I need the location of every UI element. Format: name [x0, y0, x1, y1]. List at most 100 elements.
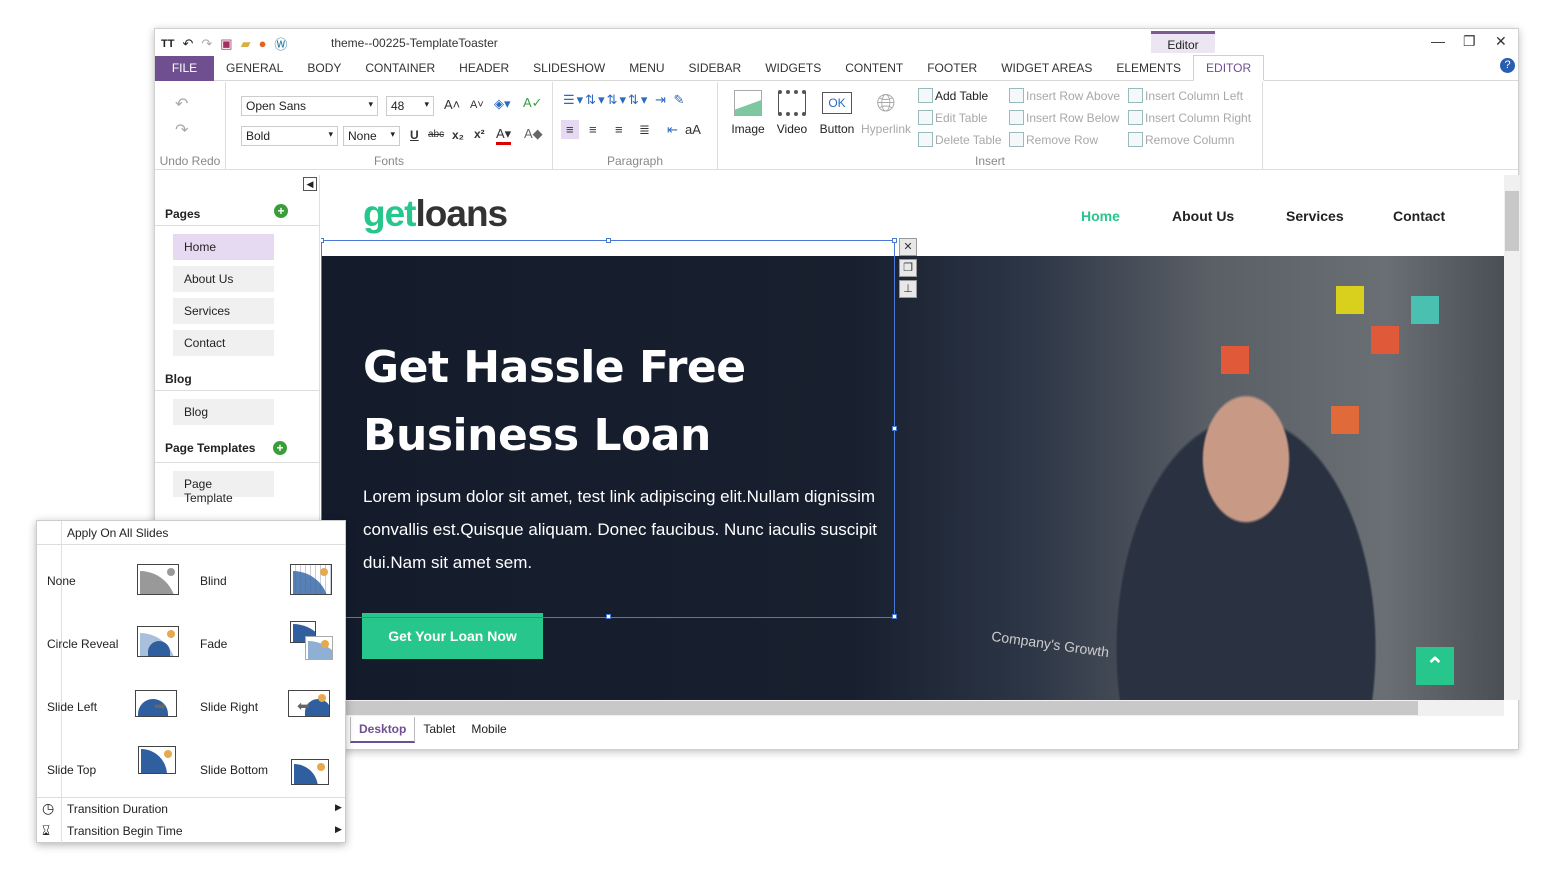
transition-circle-reveal[interactable]: Circle Reveal — [47, 637, 118, 651]
hero-slide[interactable]: Company's Growth Get Hassle Free Business… — [321, 218, 1504, 700]
transition-begin-time-item[interactable]: Transition Begin Time — [67, 824, 183, 838]
add-table-button[interactable]: Add Table — [918, 88, 988, 103]
shrink-font-icon[interactable]: A˅ — [470, 99, 484, 111]
delete-element-icon[interactable]: ✕ — [899, 238, 917, 256]
transition-slide-top[interactable]: Slide Top — [47, 763, 96, 777]
button-button[interactable]: OK Button — [818, 90, 856, 136]
justify-icon[interactable]: ≣ — [639, 122, 650, 138]
nav-services[interactable]: Services — [1286, 208, 1344, 224]
tab-sidebar[interactable]: SIDEBAR — [677, 56, 754, 81]
transition-slide-bottom[interactable]: Slide Bottom — [200, 763, 268, 777]
grow-font-icon[interactable]: A˄ — [444, 97, 460, 112]
slide-right-icon[interactable]: ⬅ — [288, 690, 330, 717]
page-item-blog[interactable]: Blog — [173, 399, 274, 425]
list-icons[interactable]: ☰▾⇅▾⇅▾⇅▾ ⇥ ✎ — [563, 92, 686, 108]
font-size-icon[interactable]: TT — [161, 38, 174, 50]
view-tab-desktop[interactable]: Desktop — [350, 717, 416, 743]
get-loan-button[interactable]: Get Your Loan Now — [362, 613, 543, 659]
scroll-thumb[interactable] — [1505, 191, 1519, 251]
duplicate-element-icon[interactable]: ❐ — [899, 259, 917, 277]
tab-slideshow[interactable]: SLIDESHOW — [521, 56, 617, 81]
superscript-icon[interactable]: x² — [474, 127, 485, 141]
slide-top-icon[interactable] — [138, 746, 176, 774]
underline-icon[interactable]: U — [410, 128, 419, 142]
transition-fade[interactable]: Fade — [200, 637, 227, 651]
slide-bottom-icon[interactable] — [291, 759, 329, 785]
tab-widgets[interactable]: WIDGETS — [753, 56, 833, 81]
text-decoration-select[interactable]: None — [343, 126, 400, 146]
subscript-icon[interactable]: x₂ — [452, 128, 464, 142]
wordpress-icon[interactable]: Ⓦ — [274, 34, 287, 53]
redo-icon[interactable]: ↷ — [175, 120, 188, 140]
resize-handle[interactable] — [892, 238, 897, 243]
align-right-icon[interactable]: ≡ — [615, 122, 623, 137]
insert-column-right-button[interactable]: Insert Column Right — [1128, 110, 1251, 125]
font-size-select[interactable]: 48 — [386, 96, 434, 116]
transition-none[interactable]: None — [47, 574, 76, 588]
delete-table-button[interactable]: Delete Table — [918, 132, 1002, 147]
pin-element-icon[interactable]: ⊥ — [899, 280, 917, 298]
font-weight-select[interactable]: Bold — [241, 126, 338, 146]
align-left-icon[interactable]: ≡ — [561, 120, 579, 139]
minimize-button[interactable]: — — [1431, 33, 1445, 49]
transition-duration-item[interactable]: Transition Duration — [67, 802, 168, 816]
page-item-home[interactable]: Home — [173, 234, 274, 260]
resize-handle[interactable] — [892, 614, 897, 619]
outdent-icon[interactable]: ⇤ — [667, 122, 678, 138]
collapse-sidebar-button[interactable]: ◀ — [303, 177, 317, 191]
horizontal-scrollbar[interactable] — [321, 700, 1504, 716]
strikethrough-icon[interactable]: abc — [428, 129, 444, 140]
help-icon[interactable]: ? — [1500, 58, 1515, 73]
tab-menu[interactable]: MENU — [617, 56, 676, 81]
nav-about-us[interactable]: About Us — [1172, 208, 1234, 224]
undo-icon[interactable]: ↶ — [182, 36, 193, 52]
font-color-icon[interactable]: A▾ — [496, 126, 512, 145]
close-button[interactable]: ✕ — [1495, 33, 1507, 50]
insert-row-above-button[interactable]: Insert Row Above — [1009, 88, 1120, 103]
video-button[interactable]: Video — [774, 90, 810, 136]
tab-file[interactable]: FILE — [155, 55, 214, 81]
page-item-about-us[interactable]: About Us — [173, 266, 274, 292]
add-page-icon[interactable]: + — [274, 204, 288, 218]
page-item-page-template[interactable]: Page Template — [173, 471, 274, 505]
rotate-handle-icon[interactable]: ↻ — [602, 217, 615, 235]
undo-icon[interactable]: ↶ — [175, 94, 188, 114]
hyperlink-button[interactable]: 🌐︎ Hyperlink — [860, 90, 912, 136]
transition-blind[interactable]: Blind — [200, 574, 227, 588]
tab-footer[interactable]: FOOTER — [915, 56, 989, 81]
change-case-button[interactable]: aA — [685, 122, 701, 137]
resize-handle[interactable] — [892, 426, 897, 431]
view-tab-mobile[interactable]: Mobile — [463, 717, 514, 743]
nav-home[interactable]: Home — [1081, 208, 1120, 224]
open-folder-icon[interactable]: ▰ — [241, 36, 251, 52]
image-button[interactable]: Image — [730, 90, 766, 136]
resize-handle[interactable] — [606, 614, 611, 619]
spellcheck-icon[interactable]: A✓ — [523, 95, 543, 111]
transition-slide-right[interactable]: Slide Right — [200, 700, 258, 714]
resize-handle[interactable] — [321, 238, 324, 243]
slide-left-icon[interactable]: ➡ — [135, 690, 177, 717]
site-logo[interactable]: getloans — [363, 193, 508, 235]
tab-body[interactable]: BODY — [295, 56, 353, 81]
circle-reveal-icon[interactable] — [137, 626, 179, 657]
add-template-icon[interactable]: + — [273, 441, 287, 455]
tab-header[interactable]: HEADER — [447, 56, 521, 81]
clear-format-icon[interactable]: A◆ — [524, 126, 543, 142]
insert-column-left-button[interactable]: Insert Column Left — [1128, 88, 1243, 103]
page-item-contact[interactable]: Contact — [173, 330, 274, 356]
nav-contact[interactable]: Contact — [1393, 208, 1445, 224]
tab-content[interactable]: CONTENT — [833, 56, 915, 81]
apply-on-all-slides[interactable]: Apply On All Slides — [67, 526, 168, 540]
tab-container[interactable]: CONTAINER — [353, 56, 447, 81]
scroll-thumb[interactable] — [321, 701, 1418, 715]
insert-row-below-button[interactable]: Insert Row Below — [1009, 110, 1119, 125]
save-icon[interactable]: ▣ — [220, 36, 232, 52]
transition-slide-left[interactable]: Slide Left — [47, 700, 97, 714]
vertical-scrollbar[interactable] — [1504, 175, 1520, 700]
none-icon[interactable] — [137, 564, 179, 595]
back-to-top-button[interactable]: ⌃ — [1416, 647, 1454, 685]
view-tab-tablet[interactable]: Tablet — [415, 717, 463, 743]
page-item-services[interactable]: Services — [173, 298, 274, 324]
restore-button[interactable]: ❐ — [1463, 33, 1476, 50]
highlight-icon[interactable]: ◈▾ — [494, 96, 511, 112]
